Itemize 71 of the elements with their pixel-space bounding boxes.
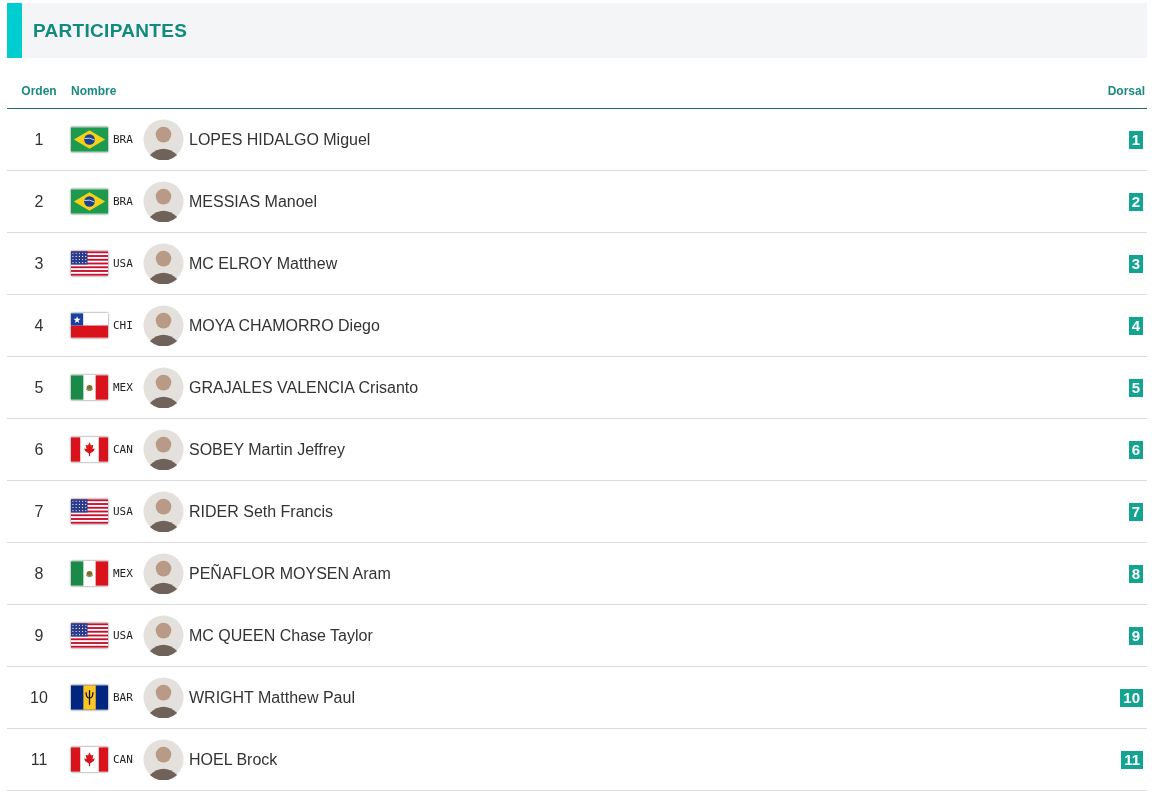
flag-icon (71, 375, 108, 400)
avatar-icon (143, 615, 184, 656)
bib-number: 10 (1120, 688, 1143, 707)
bib-number: 1 (1128, 130, 1143, 149)
athlete-name: RIDER Seth Francis (189, 502, 334, 521)
flag-icon (71, 685, 108, 710)
table-cell-text: 4 (33, 316, 45, 335)
country-code: CAN (113, 753, 134, 766)
country-code: USA (113, 505, 134, 518)
country-code: BAR (113, 691, 134, 704)
table-cell-text: 11 (29, 750, 49, 769)
bib-number: 6 (1128, 440, 1143, 459)
flag-icon (71, 127, 108, 152)
flag-icon (71, 623, 108, 648)
avatar-icon (143, 119, 184, 160)
table-cell-text: 3 (33, 254, 45, 273)
country-code: MEX (113, 567, 134, 580)
avatar-icon (143, 739, 184, 780)
country-code: CHI (113, 319, 134, 332)
flag-icon (71, 499, 108, 524)
athlete-name: WRIGHT Matthew Paul (189, 688, 355, 707)
avatar-icon (143, 243, 184, 284)
country-code: USA (113, 257, 134, 270)
table-cell-text: 2 (33, 192, 45, 211)
flag-icon (71, 747, 108, 772)
bib-number: 11 (1121, 750, 1143, 769)
athlete-name: MC ELROY Matthew (189, 254, 338, 273)
bib-number: 7 (1128, 502, 1143, 521)
country-code: BRA (113, 133, 134, 146)
column-header: Dorsal (1107, 84, 1146, 98)
athlete-name: SOBEY Martin Jeffrey (189, 440, 345, 459)
avatar-icon (143, 367, 184, 408)
country-code: USA (113, 629, 134, 642)
bib-number: 4 (1128, 316, 1143, 335)
flag-icon (71, 313, 108, 338)
column-header: Orden (20, 84, 58, 98)
bib-number: 9 (1128, 626, 1143, 645)
bib-number: 3 (1128, 254, 1143, 273)
avatar-icon (143, 677, 184, 718)
flag-icon (71, 251, 108, 276)
avatar-icon (143, 553, 184, 594)
athlete-name: GRAJALES VALENCIA Crisanto (189, 378, 419, 397)
accent-bar (7, 3, 22, 58)
table-cell-text: 10 (29, 688, 49, 707)
table-cell-text: 6 (33, 440, 45, 459)
country-code: CAN (113, 443, 134, 456)
athlete-name: PEÑAFLOR MOYSEN Aram (189, 564, 391, 583)
athlete-name: MOYA CHAMORRO Diego (189, 316, 380, 335)
athlete-name: MESSIAS Manoel (189, 192, 318, 211)
flag-icon (71, 561, 108, 586)
avatar-icon (143, 491, 184, 532)
bib-number: 5 (1128, 378, 1143, 397)
bib-number: 8 (1128, 564, 1143, 583)
country-code: BRA (113, 195, 134, 208)
athlete-name: LOPES HIDALGO Miguel (189, 130, 371, 149)
avatar-icon (143, 429, 184, 470)
avatar-icon (143, 305, 184, 346)
bib-number: 2 (1128, 192, 1143, 211)
country-code: MEX (113, 381, 134, 394)
athlete-name: MC QUEEN Chase Taylor (189, 626, 373, 645)
athlete-name: HOEL Brock (189, 750, 278, 769)
table-cell-text: 5 (33, 378, 45, 397)
table-cell-text: 1 (33, 130, 45, 149)
section-title: PARTICIPANTES (33, 19, 188, 42)
table-cell-text: 7 (33, 502, 45, 521)
table-cell-text: 8 (33, 564, 45, 583)
flag-icon (71, 189, 108, 214)
table-cell-text: 9 (33, 626, 45, 645)
flag-icon (71, 437, 108, 462)
column-header: Nombre (71, 84, 118, 98)
avatar-icon (143, 181, 184, 222)
